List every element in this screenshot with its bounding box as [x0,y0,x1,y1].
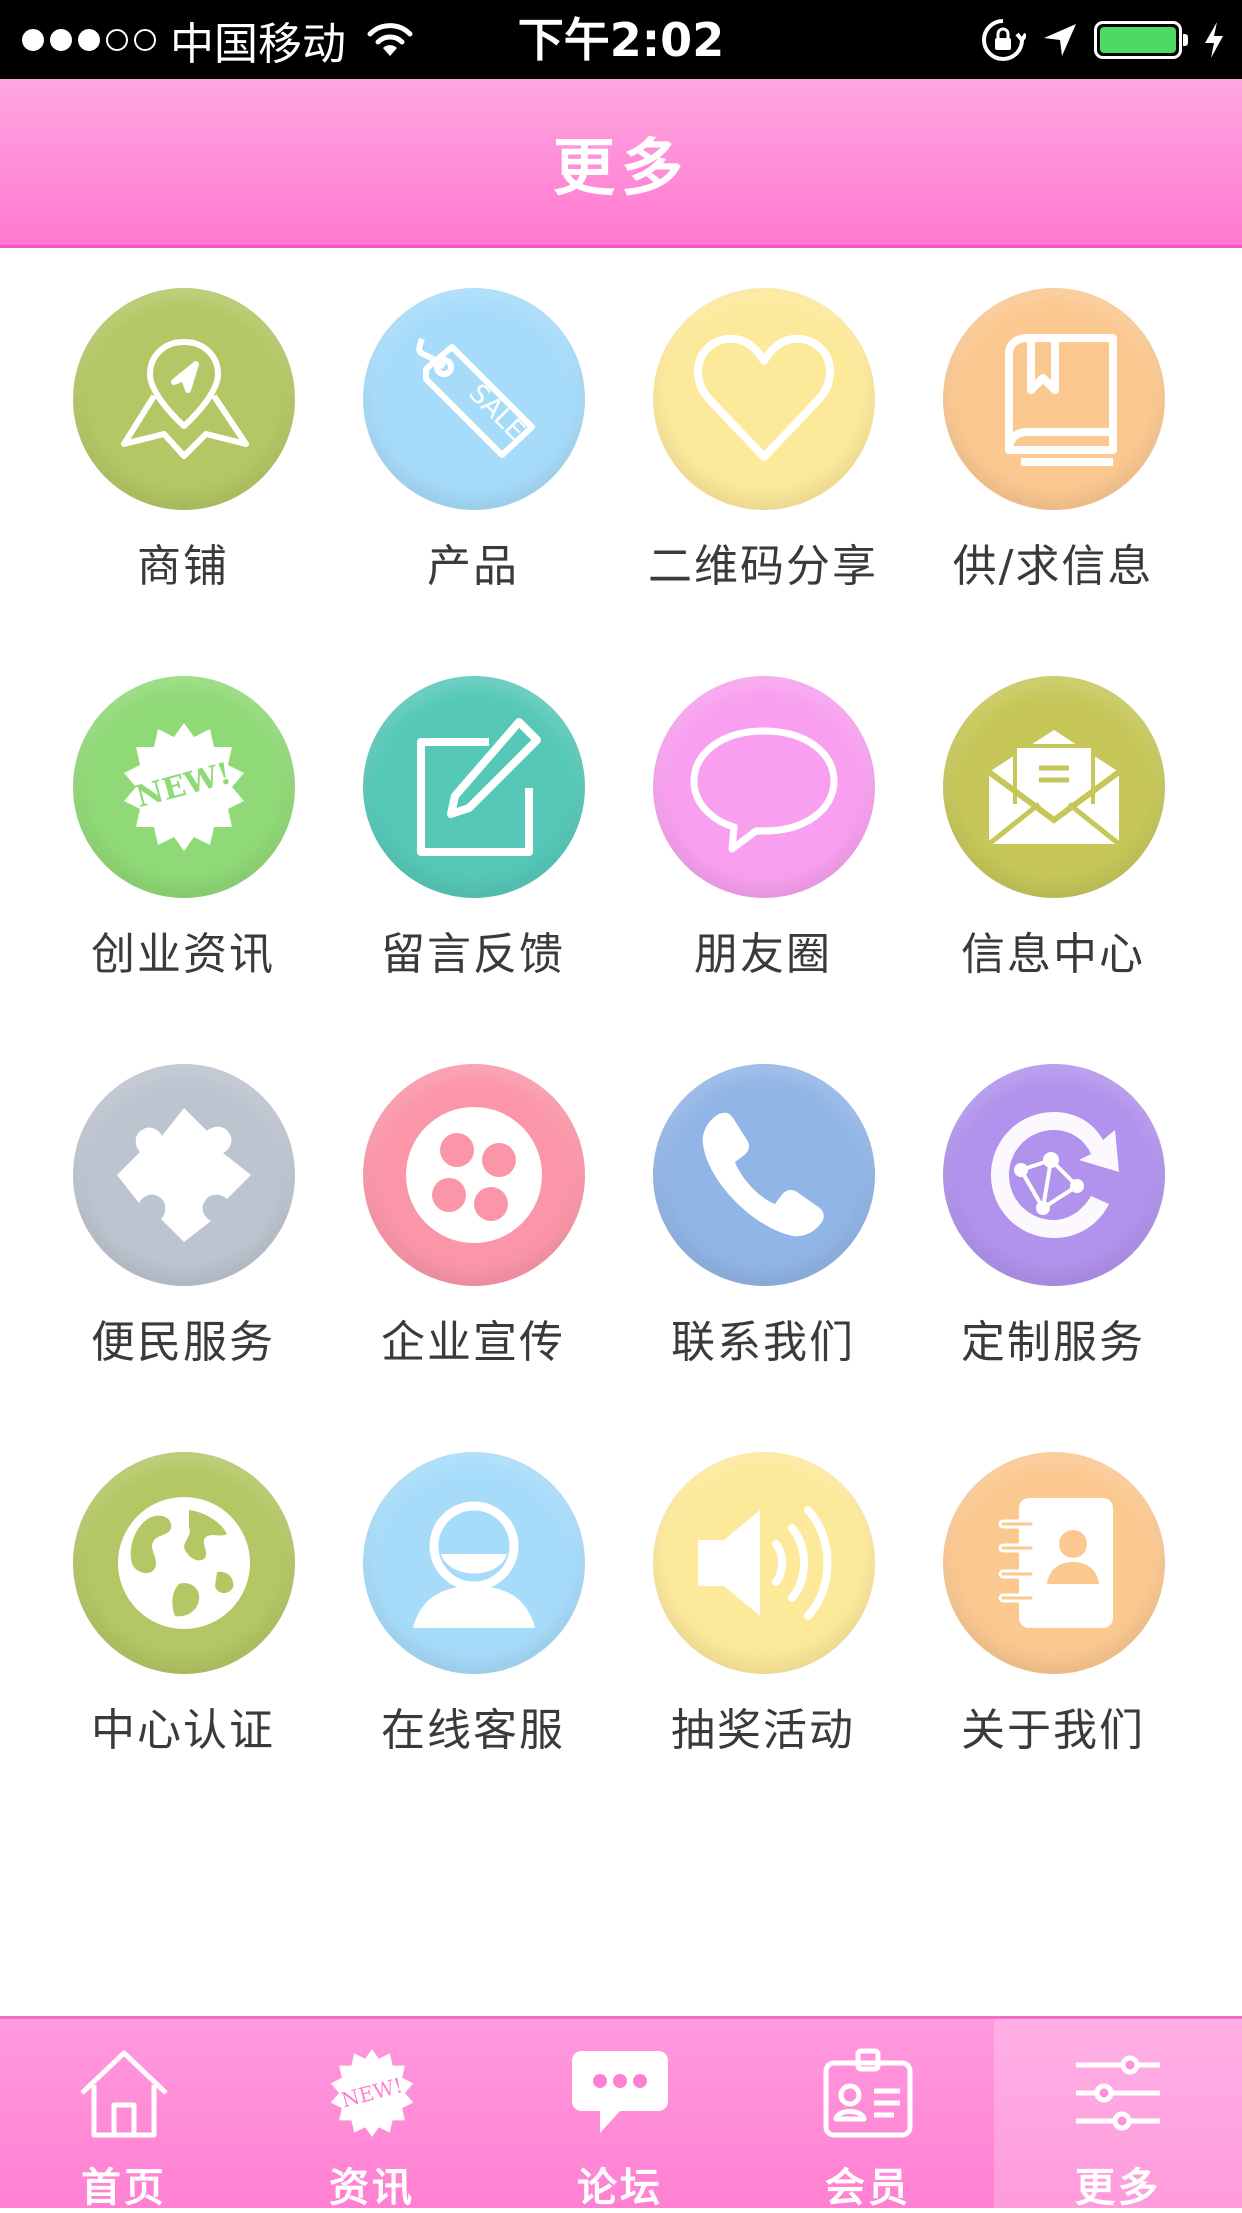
grid-item-contact-us[interactable]: 联系我们 [618,1024,908,1368]
book-icon [943,288,1165,510]
tab-label: 论坛 [577,2165,663,2211]
edit-icon [363,676,585,898]
nav-header: 更多 [0,79,1242,248]
sliders-icon [1068,2043,1168,2143]
page-title: 更多 [552,131,689,204]
location-arrow-icon [1040,20,1080,60]
earth-icon [73,1452,295,1674]
grid-item-label: 二维码分享 [648,541,878,592]
grid-item-label: 便民服务 [91,1317,275,1368]
bottom-tab-bar: 首页 NEW! 资讯 论坛 会员 更多 [0,2016,1242,2211]
grid-item-label: 联系我们 [671,1317,855,1368]
tab-more[interactable]: 更多 [994,2019,1242,2211]
grid-item-label: 在线客服 [381,1705,565,1756]
grid-item-label: 创业资讯 [91,929,275,980]
tab-label: 会员 [825,2165,911,2211]
grid-item-label: 商铺 [137,541,229,592]
new-badge-icon: NEW! [73,676,295,898]
status-bar: 中国移动 下午2:02 [0,0,1242,79]
grid-item-online-support[interactable]: 在线客服 [328,1412,618,1756]
puzzle-icon [73,1064,295,1286]
sale-tag-icon: SALE [363,288,585,510]
grid-item-custom-service[interactable]: 定制服务 [908,1024,1198,1368]
map-pin-icon [73,288,295,510]
user-icon [363,1452,585,1674]
chat-bubble-icon [653,676,875,898]
tab-member[interactable]: 会员 [744,2019,992,2211]
grid-item-product[interactable]: SALE 产品 [328,248,618,592]
battery-icon [1094,21,1188,59]
battery-level [1100,27,1176,53]
grid-item-moments[interactable]: 朋友圈 [618,636,908,980]
grid-item-label: 朋友圈 [694,929,832,980]
member-card-icon [818,2043,918,2143]
grid-item-lottery[interactable]: 抽奖活动 [618,1412,908,1756]
grid-item-info-center[interactable]: 信息中心 [908,636,1198,980]
mail-icon [943,676,1165,898]
rotation-lock-icon [980,17,1026,63]
new-badge-icon: NEW! [322,2043,422,2143]
contact-book-icon [943,1452,1165,1674]
tab-label: 资讯 [329,2165,415,2211]
tab-home[interactable]: 首页 [0,2019,248,2211]
grid-item-supply-demand[interactable]: 供/求信息 [908,248,1198,592]
chat-bubble-icon [570,2043,670,2143]
grid-item-feedback[interactable]: 留言反馈 [328,636,618,980]
grid-item-label: 信息中心 [961,929,1145,980]
globe-network-icon [943,1064,1165,1286]
grid-item-label: 抽奖活动 [671,1705,855,1756]
tab-forum[interactable]: 论坛 [496,2019,744,2211]
grid-item-startup-news[interactable]: NEW! 创业资讯 [38,636,328,980]
grid-item-certification[interactable]: 中心认证 [38,1412,328,1756]
grid-item-promotion[interactable]: 企业宣传 [328,1024,618,1368]
grid-item-label: 留言反馈 [381,929,565,980]
phone-icon [653,1064,875,1286]
speaker-icon [653,1452,875,1674]
grid-item-convenience-service[interactable]: 便民服务 [38,1024,328,1368]
grid-item-qr-share[interactable]: 二维码分享 [618,248,908,592]
grid-item-shop[interactable]: 商铺 [38,248,328,592]
charging-bolt-icon [1202,20,1226,60]
tab-label: 更多 [1075,2165,1161,2211]
grid-item-label: 关于我们 [961,1705,1145,1756]
tab-label: 首页 [81,2165,167,2211]
film-reel-icon [363,1064,585,1286]
status-bar-right [980,12,1226,68]
grid-item-label: 中心认证 [91,1705,275,1756]
grid-item-about-us[interactable]: 关于我们 [908,1412,1198,1756]
grid-item-label: 供/求信息 [952,541,1154,592]
grid-item-label: 产品 [427,541,519,592]
grid-item-label: 企业宣传 [381,1317,565,1368]
tab-news[interactable]: NEW! 资讯 [248,2019,496,2211]
grid-item-label: 定制服务 [961,1317,1145,1368]
home-icon [74,2043,174,2143]
heart-icon [653,288,875,510]
